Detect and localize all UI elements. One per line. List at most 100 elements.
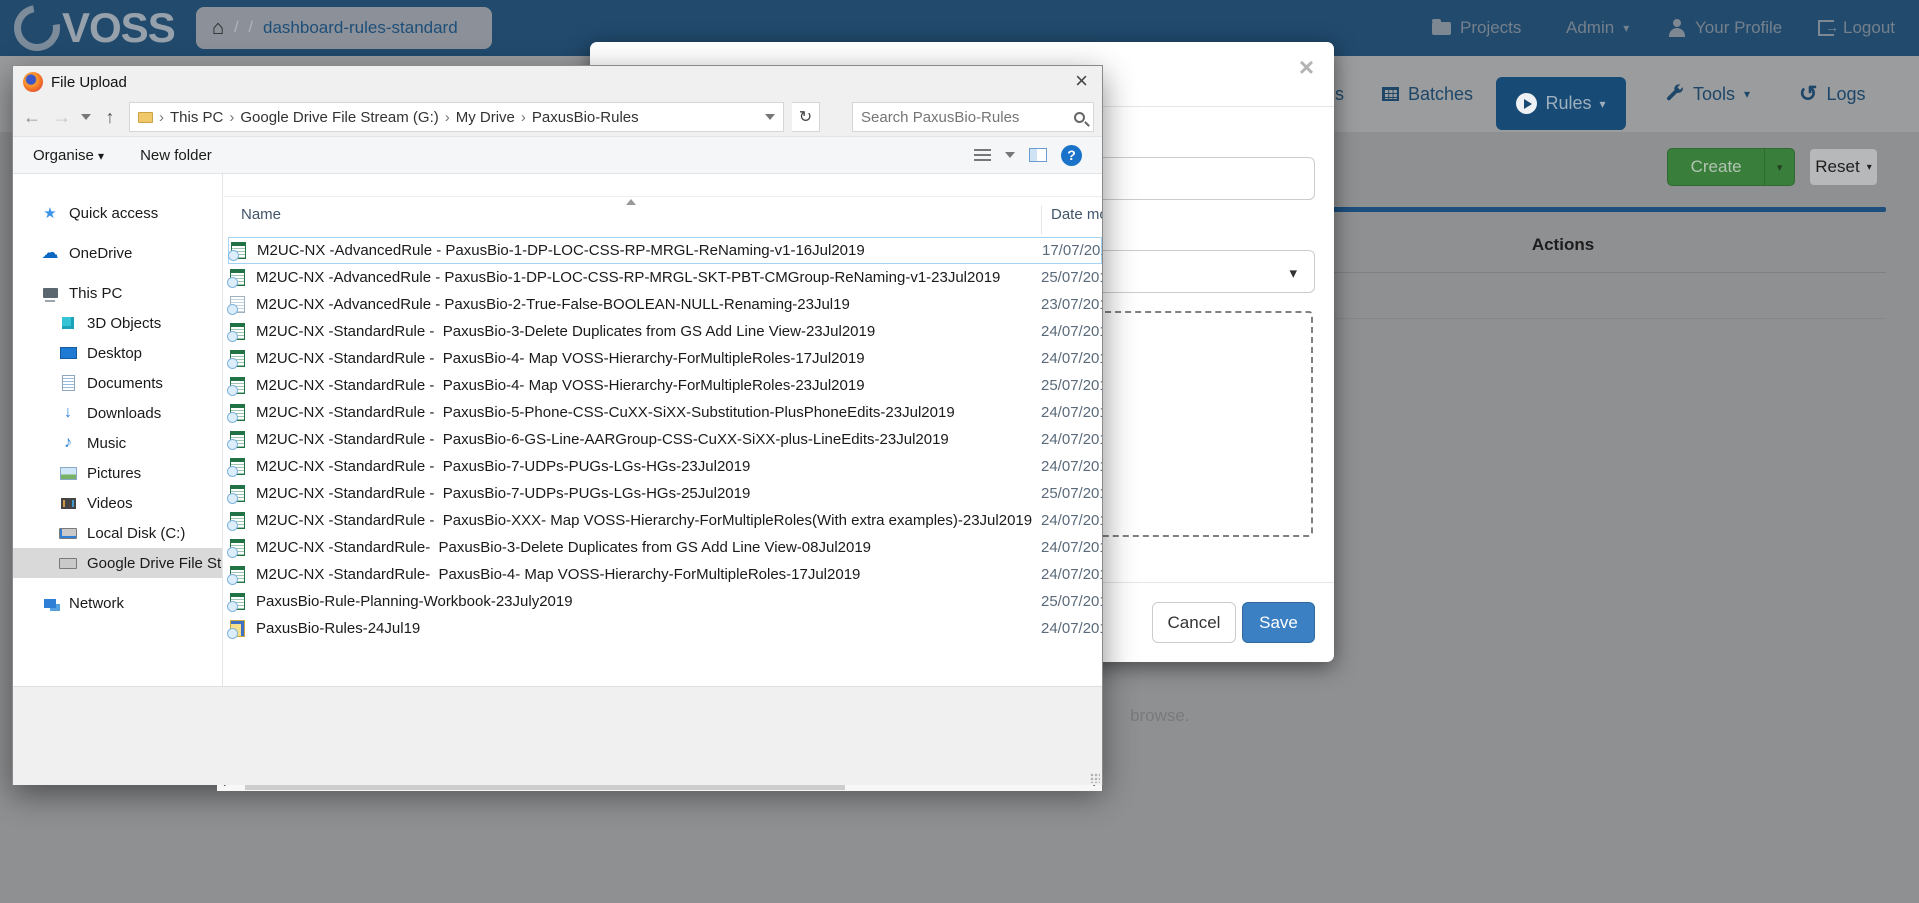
chevron-down-icon: ▾ [98, 149, 104, 163]
star-icon [41, 205, 59, 221]
file-row[interactable]: M2UC-NX -StandardRule - PaxusBio-4- Map … [228, 345, 1102, 372]
file-date-modified: 24/07/2019 [1041, 431, 1102, 448]
close-icon[interactable]: × [1075, 70, 1088, 92]
address-segment[interactable]: My Drive [456, 109, 515, 126]
back-icon[interactable]: ← [21, 107, 43, 128]
projects-label: Projects [1460, 18, 1521, 38]
file-list: Name Date modified M2UC-NX -AdvancedRule… [224, 174, 1102, 686]
file-row[interactable]: M2UC-NX -StandardRule - PaxusBio-7-UDPs-… [228, 453, 1102, 480]
dialog-titlebar[interactable]: File Upload × [13, 66, 1102, 98]
file-name: M2UC-NX -StandardRule - PaxusBio-5-Phone… [256, 404, 955, 421]
file-row[interactable]: M2UC-NX -StandardRule - PaxusBio-6-GS-Li… [228, 426, 1102, 453]
list-view-icon[interactable] [974, 149, 991, 162]
resize-grip[interactable] [1090, 773, 1100, 783]
help-icon[interactable]: ? [1061, 145, 1082, 166]
search-input[interactable] [861, 109, 1074, 126]
file-row[interactable]: M2UC-NX -AdvancedRule - PaxusBio-1-DP-LO… [228, 264, 1102, 291]
breadcrumb-chevron: › [521, 109, 526, 126]
cancel-button[interactable]: Cancel [1152, 602, 1236, 643]
file-upload-dialog: File Upload × ← → ↑ › This PC › Google D… [12, 65, 1103, 785]
logo-text: VOSS [62, 4, 175, 52]
file-row[interactable]: M2UC-NX -StandardRule- PaxusBio-4- Map V… [228, 561, 1102, 588]
breadcrumb-chevron: › [229, 109, 234, 126]
nav-item-logs[interactable]: ↺ Logs [1799, 56, 1865, 132]
nav-item-batches[interactable]: Batches [1382, 56, 1473, 132]
file-row[interactable]: M2UC-NX -StandardRule - PaxusBio-3-Delet… [228, 318, 1102, 345]
projects-link[interactable]: Projects [1432, 0, 1521, 56]
file-row[interactable]: PaxusBio-Rule-Planning-Workbook-23July20… [228, 588, 1102, 615]
breadcrumb[interactable]: ⌂ / / dashboard-rules-standard [196, 7, 492, 49]
create-button[interactable]: Create ▾ [1667, 148, 1795, 186]
search-icon [1074, 112, 1085, 123]
home-icon[interactable]: ⌂ [212, 18, 224, 38]
excel-file-icon [231, 242, 248, 259]
file-name: M2UC-NX -AdvancedRule - PaxusBio-2-True-… [256, 296, 850, 313]
search-box[interactable] [852, 102, 1094, 132]
file-row[interactable]: M2UC-NX -AdvancedRule - PaxusBio-2-True-… [228, 291, 1102, 318]
reset-label: Reset [1815, 157, 1859, 177]
sidebar-item-pictures[interactable]: Pictures [13, 458, 222, 488]
logout-link[interactable]: Logout [1818, 0, 1895, 56]
sidebar-item-label: Google Drive File St [87, 555, 221, 572]
your-profile-link[interactable]: Your Profile [1668, 0, 1782, 56]
file-name: M2UC-NX -AdvancedRule - PaxusBio-1-DP-LO… [256, 269, 1000, 286]
file-date-modified: 25/07/2019 [1041, 269, 1102, 286]
excel-file-icon [230, 512, 247, 529]
address-dropdown-icon[interactable] [765, 114, 775, 120]
file-name: M2UC-NX -StandardRule - PaxusBio-XXX- Ma… [256, 512, 1032, 529]
sidebar-item-this-pc[interactable]: This PC [13, 278, 222, 308]
file-row[interactable]: PaxusBio-Rules-24Jul1924/07/2019 [228, 615, 1102, 642]
sidebar-item-music[interactable]: Music [13, 428, 222, 458]
sidebar-item-label: Local Disk (C:) [87, 525, 185, 542]
file-date-modified: 25/07/2019 [1041, 485, 1102, 502]
refresh-icon[interactable]: ↻ [792, 102, 820, 132]
file-row[interactable]: M2UC-NX -AdvancedRule - PaxusBio-1-DP-LO… [228, 237, 1102, 264]
sidebar-item-network[interactable]: Network [13, 588, 222, 618]
sidebar-item-documents[interactable]: Documents [13, 368, 222, 398]
create-dropdown-toggle[interactable]: ▾ [1764, 149, 1794, 185]
file-row[interactable]: M2UC-NX -StandardRule - PaxusBio-XXX- Ma… [228, 507, 1102, 534]
recent-locations-icon[interactable] [81, 114, 91, 120]
file-row[interactable]: M2UC-NX -StandardRule - PaxusBio-4- Map … [228, 372, 1102, 399]
address-bar[interactable]: › This PC › Google Drive File Stream (G:… [129, 102, 784, 132]
sidebar-item-quick-access[interactable]: Quick access [13, 198, 222, 228]
sidebar-item-label: Videos [87, 495, 133, 512]
sidebar-item-google-drive-file-st[interactable]: Google Drive File St [13, 548, 222, 578]
sidebar-item-label: Documents [87, 375, 163, 392]
sidebar-item-label: Quick access [69, 205, 158, 222]
address-segment[interactable]: Google Drive File Stream (G:) [240, 109, 438, 126]
sidebar-item-downloads[interactable]: Downloads [13, 398, 222, 428]
sidebar-item-local-disk-c-[interactable]: Local Disk (C:) [13, 518, 222, 548]
sidebar-item-3d-objects[interactable]: 3D Objects [13, 308, 222, 338]
close-icon[interactable]: × [1299, 54, 1314, 80]
date-modified-column-header[interactable]: Date modified [1041, 206, 1102, 234]
admin-menu[interactable]: Admin ▾ [1566, 0, 1629, 56]
file-row[interactable]: M2UC-NX -StandardRule - PaxusBio-7-UDPs-… [228, 480, 1102, 507]
excel-file-icon [230, 269, 247, 286]
sidebar-item-desktop[interactable]: Desktop [13, 338, 222, 368]
forward-icon[interactable]: → [51, 107, 73, 128]
file-row[interactable]: M2UC-NX -StandardRule - PaxusBio-5-Phone… [228, 399, 1102, 426]
reset-button[interactable]: Reset ▾ [1809, 148, 1878, 186]
breadcrumb-separator: / [249, 19, 253, 37]
organise-menu[interactable]: Organise ▾ [33, 147, 104, 164]
batches-label: Batches [1408, 84, 1473, 105]
address-segment[interactable]: PaxusBio-Rules [532, 109, 639, 126]
nav-item-partial[interactable]: s [1335, 56, 1344, 132]
sidebar-item-label: OneDrive [69, 245, 132, 262]
create-label[interactable]: Create [1668, 149, 1764, 185]
view-options-icon[interactable] [1005, 152, 1015, 158]
sidebar-item-onedrive[interactable]: OneDrive [13, 238, 222, 268]
file-name: M2UC-NX -StandardRule - PaxusBio-6-GS-Li… [256, 431, 949, 448]
address-segment[interactable]: This PC [170, 109, 223, 126]
up-icon[interactable]: ↑ [99, 107, 121, 128]
new-folder-button[interactable]: New folder [140, 147, 212, 164]
name-column-header[interactable]: Name [241, 206, 281, 223]
nav-item-tools[interactable]: Tools ▾ [1664, 56, 1750, 132]
nav-item-rules[interactable]: Rules ▾ [1496, 77, 1626, 130]
file-row[interactable]: M2UC-NX -StandardRule- PaxusBio-3-Delete… [228, 534, 1102, 561]
sidebar-item-videos[interactable]: Videos [13, 488, 222, 518]
logout-icon [1818, 20, 1834, 36]
preview-pane-icon[interactable] [1029, 148, 1047, 162]
save-button[interactable]: Save [1242, 602, 1315, 643]
